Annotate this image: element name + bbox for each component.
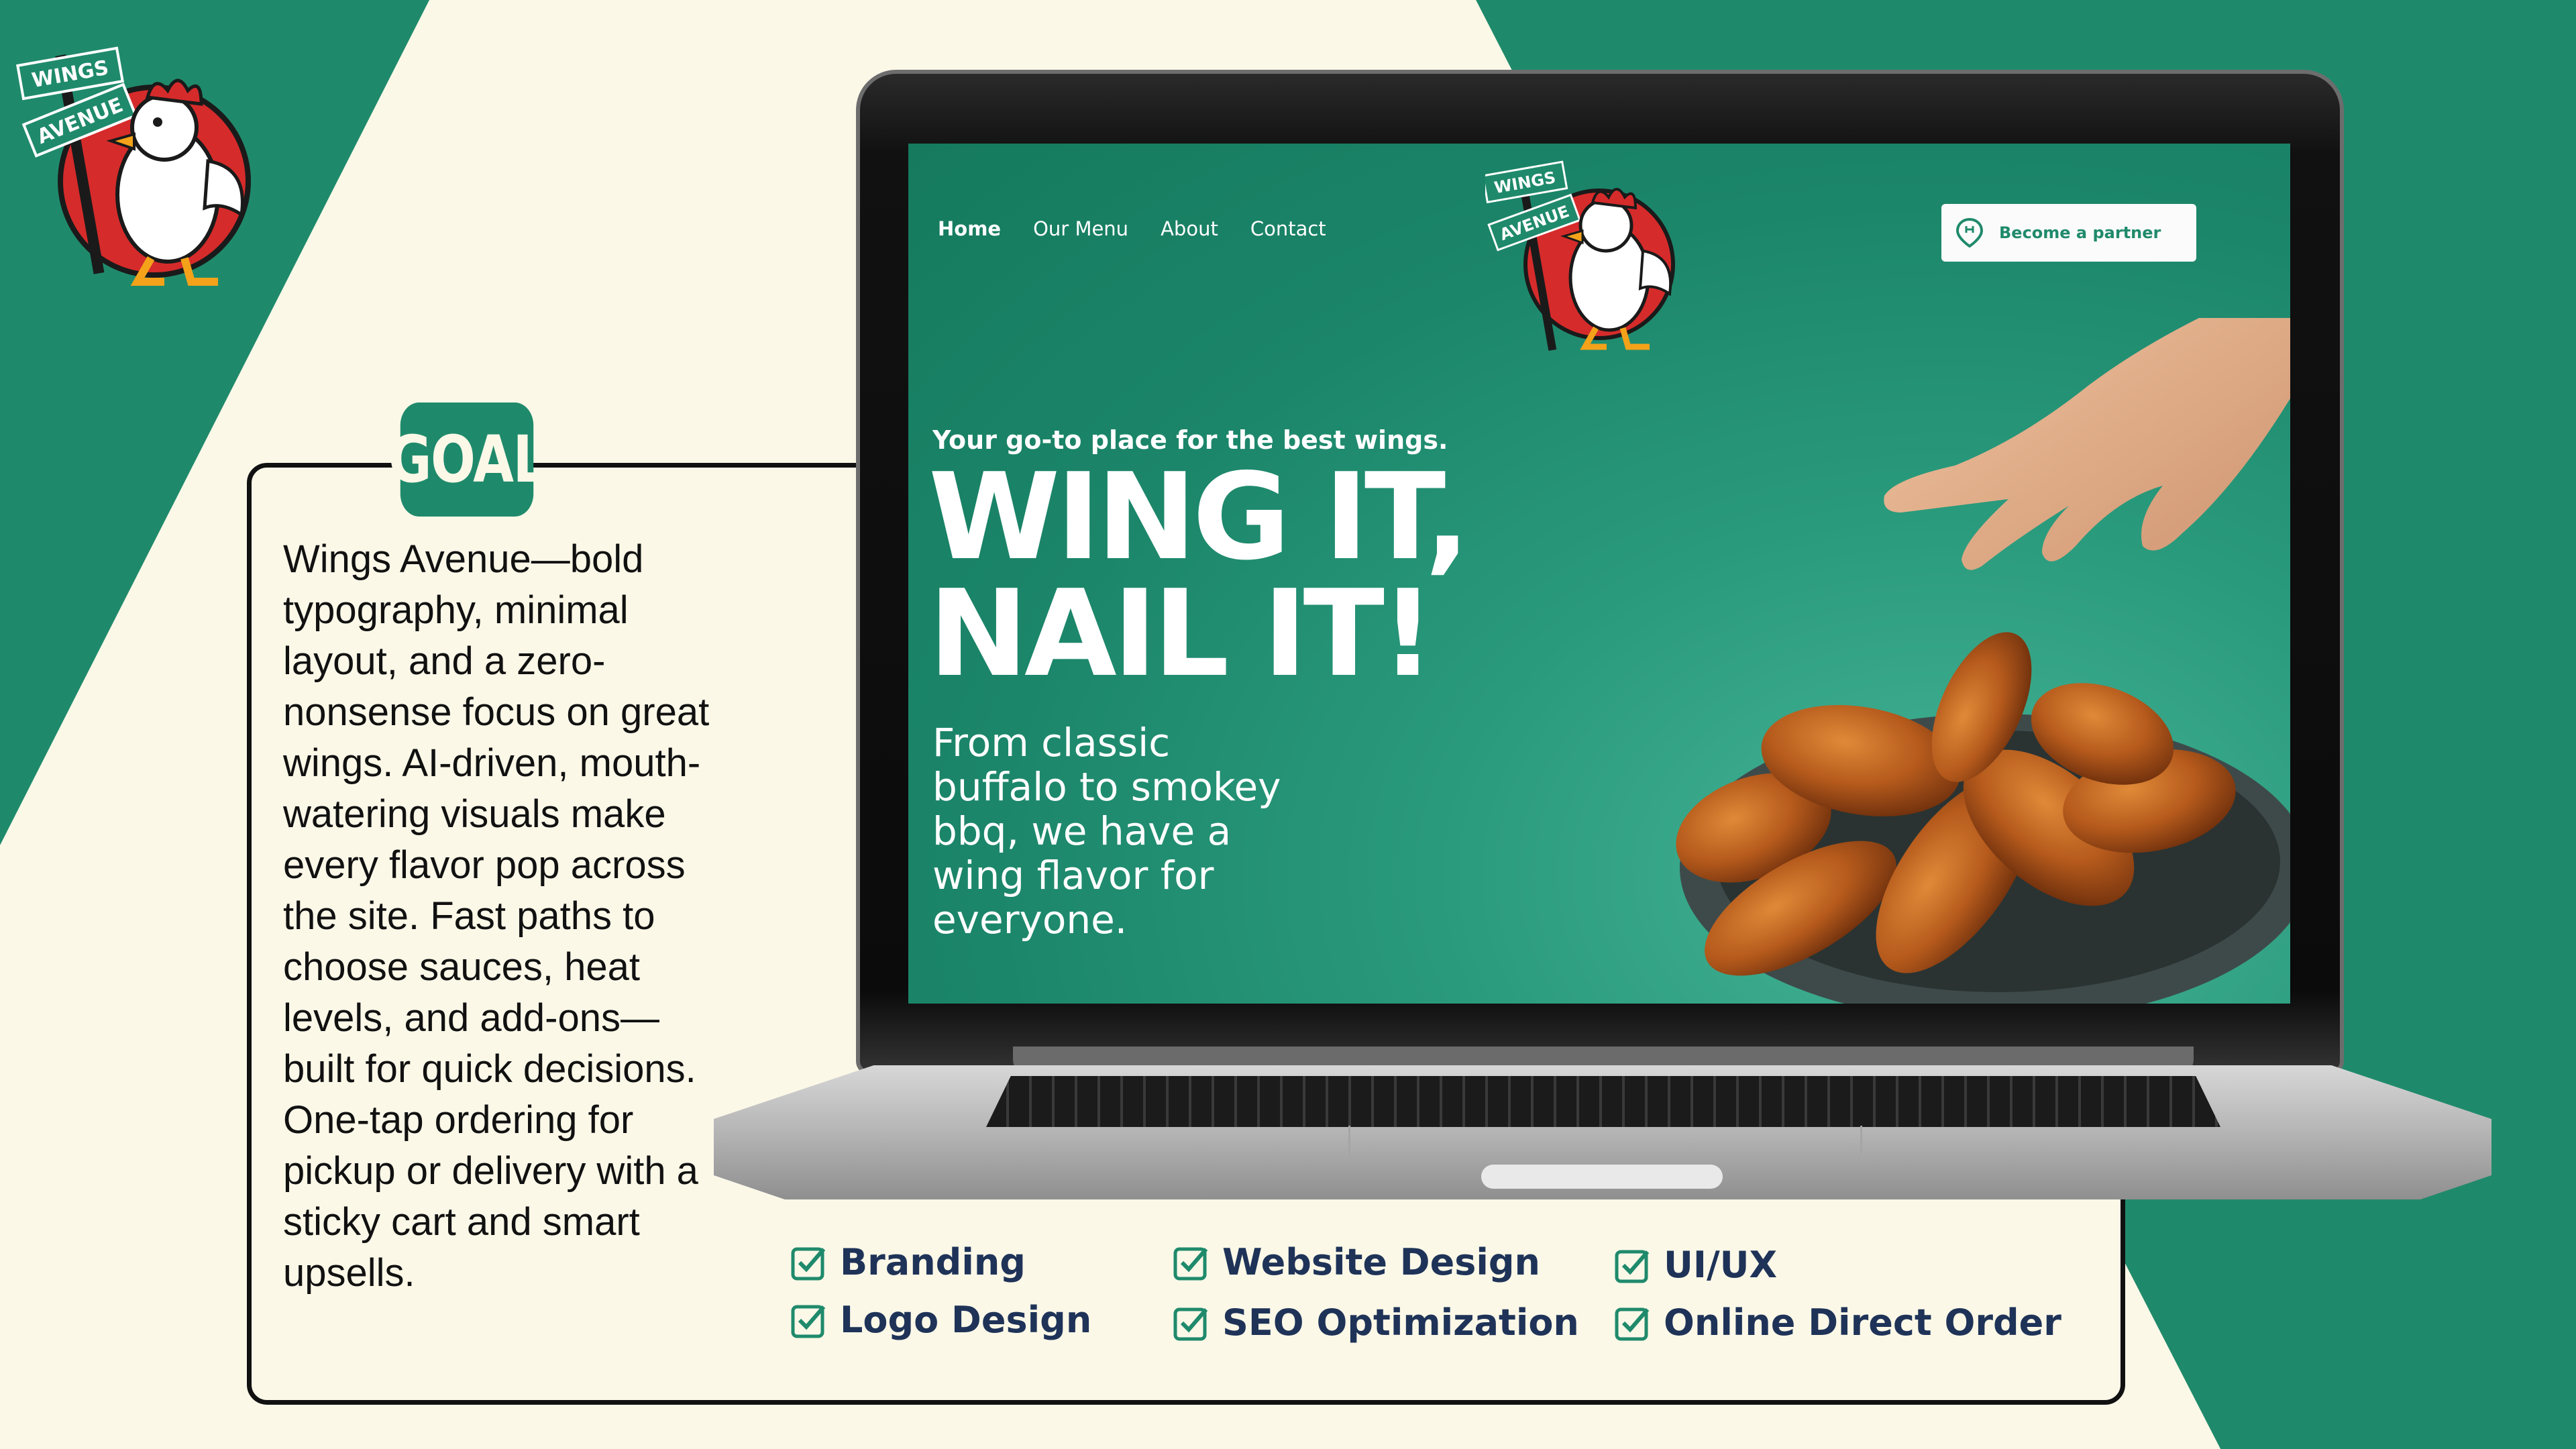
partner-button-label: Become a partner — [1999, 223, 2161, 242]
checkbox-check-icon — [1173, 1307, 1208, 1340]
laptop-keyboard — [986, 1076, 2220, 1127]
chicken-wings-photo — [1676, 318, 2290, 1004]
nav-about[interactable]: About — [1161, 217, 1218, 240]
become-partner-button[interactable]: Become a partner — [1941, 204, 2196, 262]
checkbox-check-icon — [1615, 1307, 1650, 1340]
service-label: Website Design — [1222, 1241, 1541, 1283]
service-item-seo-optimization: SEO Optimization — [1173, 1301, 1579, 1344]
service-item-website-design: Website Design — [1173, 1241, 1540, 1283]
checkbox-check-icon — [791, 1247, 826, 1280]
site-nav: Home Our Menu About Contact — [938, 217, 1326, 240]
checkbox-check-icon — [1615, 1250, 1650, 1283]
service-label: Branding — [840, 1241, 1026, 1283]
service-label: Online Direct Order — [1664, 1301, 2061, 1344]
goal-badge: GOAL — [388, 402, 547, 517]
laptop-screen: Home Our Menu About Contact WINGS AVENUE — [908, 144, 2290, 1004]
laptop-notch — [1481, 1165, 1723, 1189]
service-label: SEO Optimization — [1222, 1301, 1579, 1344]
service-label: Logo Design — [840, 1299, 1092, 1341]
wings-avenue-logo: WINGS AVENUE — [15, 46, 251, 286]
laptop-trackpad — [1348, 1126, 1862, 1163]
service-label: UI/UX — [1664, 1244, 1778, 1286]
hero-title-line-2: NAIL IT! — [928, 564, 1435, 703]
nav-contact[interactable]: Contact — [1250, 217, 1326, 240]
hero-subtitle: From classic buffalo to smokey bbq, we h… — [932, 720, 1281, 943]
location-pin-icon — [1956, 218, 1983, 248]
service-item-ui-ux: UI/UX — [1614, 1244, 1777, 1286]
nav-our-menu[interactable]: Our Menu — [1033, 217, 1128, 240]
checkbox-check-icon — [791, 1305, 826, 1338]
hero-title: WING IT, NAIL IT! — [928, 447, 1599, 703]
hero-title-line-1: WING IT, — [928, 447, 1470, 586]
service-item-branding: Branding — [790, 1241, 1026, 1283]
services-list: Branding Logo Design Website Design SEO … — [790, 1241, 2132, 1395]
goal-description: Wings Avenue—bold typography, minimal la… — [283, 537, 710, 1295]
checkbox-check-icon — [1173, 1247, 1208, 1280]
service-item-online-direct-order: Online Direct Order — [1614, 1301, 2061, 1344]
nav-home[interactable]: Home — [938, 217, 1001, 240]
service-item-logo-design: Logo Design — [790, 1299, 1091, 1341]
